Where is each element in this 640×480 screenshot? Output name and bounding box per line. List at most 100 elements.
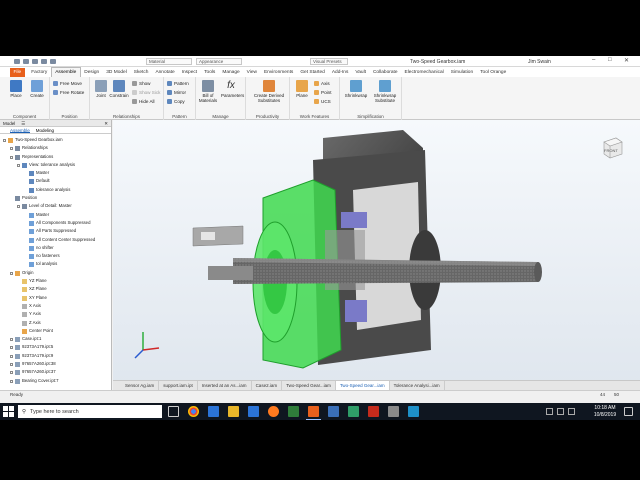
expand-toggle-icon[interactable] [10, 338, 13, 342]
appearance-dropdown[interactable]: Appearance [196, 58, 242, 65]
expand-toggle-icon[interactable] [10, 354, 13, 358]
document-tab[interactable]: Sensor Ag.iam [121, 381, 160, 390]
vault-icon[interactable] [328, 406, 339, 417]
material-dropdown[interactable]: Material [146, 58, 192, 65]
taskbar-search-box[interactable]: ⚲ Type here to search [18, 405, 162, 418]
bom-button[interactable]: Bill of Materials [198, 80, 218, 103]
expand-toggle-icon[interactable] [10, 379, 13, 383]
notification-icon[interactable] [624, 407, 633, 416]
firefox-icon[interactable] [268, 406, 279, 417]
expand-toggle-icon[interactable] [10, 155, 13, 159]
expand-toggle-icon[interactable] [10, 363, 13, 367]
document-tab[interactable]: Two-Speed Gear...iam [335, 381, 390, 390]
document-tab[interactable]: support.iam.ipt [159, 381, 198, 390]
tree-node[interactable]: Z Axis [0, 319, 111, 327]
input-shaft[interactable] [192, 225, 244, 247]
tree-node[interactable]: Center Point [0, 327, 111, 335]
viewcube-icon[interactable]: FRONT [600, 134, 626, 160]
tree-node[interactable]: Master [0, 211, 111, 219]
redo-icon[interactable] [50, 59, 56, 64]
tree-node[interactable]: Case.ipt:1 [0, 335, 111, 343]
tree-node[interactable]: Two-Speed Gearbox.iam [0, 136, 111, 144]
chrome-icon[interactable] [188, 406, 199, 417]
free-rotate-button[interactable]: Free Rotate [53, 90, 84, 95]
lower-shaft[interactable] [208, 266, 253, 280]
ribbon-tab-3d-model[interactable]: 3D Model [103, 68, 131, 77]
document-tab[interactable]: Tolerance Analysi...iam [390, 381, 445, 390]
expand-toggle-icon[interactable] [10, 147, 13, 151]
mail-icon[interactable] [248, 406, 259, 417]
user-name[interactable]: Jim Swain [528, 59, 551, 65]
expand-toggle-icon[interactable] [10, 371, 13, 375]
pdf-icon[interactable] [368, 406, 379, 417]
ribbon-tab-file[interactable]: File [10, 67, 25, 77]
browser-tab-modeling[interactable]: Modeling [36, 127, 54, 133]
point-button[interactable]: Point [314, 90, 331, 95]
network-icon[interactable] [546, 408, 553, 415]
ribbon-tab-collaborate[interactable]: Collaborate [369, 68, 401, 77]
tree-node[interactable]: All Components Suppressed [0, 219, 111, 227]
ribbon-tab-simulation[interactable]: Simulation [447, 68, 476, 77]
expand-toggle-icon[interactable] [3, 139, 6, 142]
excel-icon[interactable] [288, 406, 299, 417]
close-icon[interactable]: ✕ [624, 57, 629, 64]
copy-button[interactable]: Copy [167, 99, 185, 104]
parameters-button[interactable]: fx Parameters [221, 80, 244, 98]
ribbon-tab-inspect[interactable]: Inspect [178, 68, 200, 77]
taskbar-clock[interactable]: 10:18 AM 10/8/2019 [592, 405, 618, 418]
ribbon-tab-add-ins[interactable]: Add-Ins [328, 68, 352, 77]
tree-node[interactable]: no shifter [0, 244, 111, 252]
plane-button[interactable]: Plane [292, 80, 312, 98]
tree-node[interactable]: 92373A179.ipt:5 [0, 343, 111, 351]
tree-node[interactable]: Default [0, 177, 111, 185]
mirror-button[interactable]: Mirror [167, 90, 186, 95]
ribbon-tab-tools[interactable]: Tools [201, 68, 219, 77]
tree-node[interactable]: X Axis [0, 302, 111, 310]
viewcube[interactable]: FRONT [600, 134, 626, 165]
ribbon-tab-factory[interactable]: Factory [28, 68, 51, 77]
document-tab[interactable]: Case2.iam [252, 381, 283, 390]
edge-icon[interactable] [208, 406, 219, 417]
maximize-icon[interactable]: □ [608, 57, 612, 63]
pattern-button[interactable]: Pattern [167, 81, 189, 86]
expand-toggle-icon[interactable] [17, 163, 20, 167]
browser-menu-icon[interactable]: ☰ [21, 120, 25, 126]
file-explorer-icon[interactable] [228, 406, 239, 417]
show-sick-button[interactable]: Show Sick [132, 90, 160, 95]
create-button[interactable]: Create [27, 80, 47, 98]
browser-close-icon[interactable]: ✕ [104, 120, 108, 126]
ribbon-tab-tool-orange[interactable]: Tool Orange [477, 68, 510, 77]
minimize-icon[interactable]: – [592, 57, 595, 63]
ribbon-tab-assemble[interactable]: Assemble [50, 67, 81, 77]
tree-node[interactable]: tolerance analysis [0, 186, 111, 194]
tree-node[interactable]: All Parts Suppressed [0, 227, 111, 235]
ribbon-tab-manage[interactable]: Manage [219, 68, 243, 77]
ribbon-tab-get-started[interactable]: Get Started [297, 68, 329, 77]
inventor-icon[interactable] [306, 406, 321, 420]
tree-node[interactable]: 97657A260.ipt:38 [0, 360, 111, 368]
tree-node[interactable]: Bearing Cover.ipt:7 [0, 377, 111, 385]
ucs-button[interactable]: UCS [314, 99, 331, 104]
tree-node[interactable]: View: tolerance analysis [0, 161, 111, 169]
tree-node[interactable]: Representations [0, 153, 111, 161]
document-tab[interactable]: Two-Speed Gear...iam [282, 381, 336, 390]
windows-start-icon[interactable] [3, 406, 14, 417]
keyboard-icon[interactable] [568, 408, 575, 415]
tree-node[interactable]: tol analysis [0, 260, 111, 268]
constrain-button[interactable]: Constrain [109, 80, 129, 98]
document-tab[interactable]: Inserted at an As...iam [198, 381, 252, 390]
tree-node[interactable]: Level of Detail: Master [0, 202, 111, 210]
tree-node[interactable]: 92373A179.ipt:9 [0, 352, 111, 360]
ribbon-tab-annotate[interactable]: Annotate [152, 68, 178, 77]
save-icon[interactable] [32, 59, 38, 64]
new-icon[interactable] [14, 59, 20, 64]
app-icon-green[interactable] [348, 406, 359, 417]
ribbon-tab-design[interactable]: Design [81, 68, 103, 77]
quick-access-toolbar[interactable] [14, 59, 56, 64]
tree-node[interactable]: Position [0, 194, 111, 202]
create-derived-button[interactable]: Create Derived Substitutes [250, 80, 288, 103]
tree-node[interactable]: All Content Center Suppressed [0, 236, 111, 244]
volume-icon[interactable] [557, 408, 564, 415]
expand-toggle-icon[interactable] [10, 271, 13, 275]
visual-presets-dropdown[interactable]: Visual Presets [310, 58, 348, 65]
